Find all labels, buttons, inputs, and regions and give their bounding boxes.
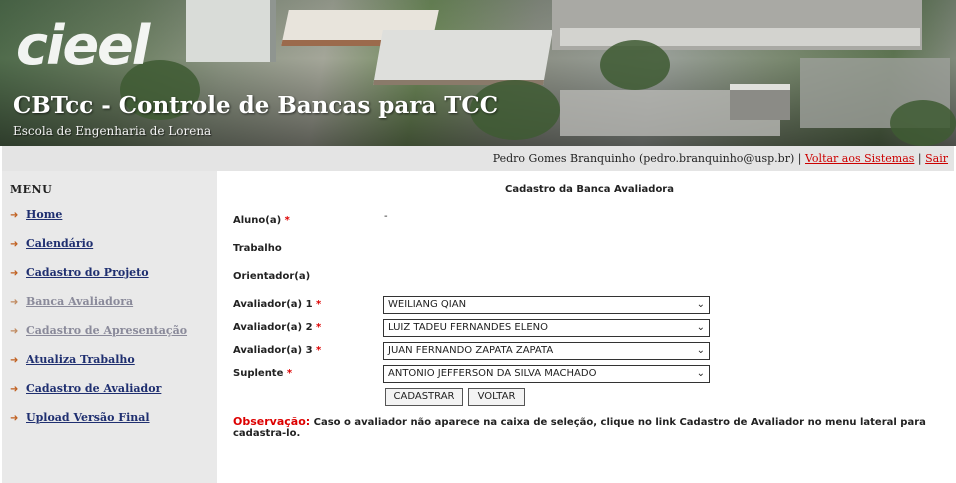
avaliador1-label: Avaliador(a) 1 * <box>233 299 321 310</box>
sidebar-item-label[interactable]: Calendário <box>26 237 93 250</box>
sidebar-item-label[interactable]: Atualiza Trabalho <box>26 353 135 366</box>
voltar-button[interactable]: VOLTAR <box>468 388 525 406</box>
separator: | <box>917 152 922 165</box>
orientador-label: Orientador(a) <box>233 271 311 282</box>
avaliador2-label: Avaliador(a) 2 * <box>233 322 321 333</box>
cieel-logo: cieel <box>16 14 150 77</box>
aluno-label: Aluno(a) * <box>233 215 290 226</box>
suplente-label: Suplente * <box>233 368 292 379</box>
menu-title: MENU <box>10 183 53 196</box>
avaliador3-select[interactable]: JUAN FERNANDO ZAPATA ZAPATA ⌄ <box>383 342 710 360</box>
avaliador2-selected: LUIZ TADEU FERNANDES ELENO <box>388 322 548 333</box>
system-title: CBTcc - Controle de Bancas para TCC <box>13 92 499 119</box>
sidebar-item-cadastro-apresentacao[interactable]: ➜ Cadastro de Apresentação <box>10 324 187 340</box>
main-content: Cadastro da Banca Avaliadora Aluno(a) * … <box>217 171 954 483</box>
sidebar-item-atualiza-trabalho[interactable]: ➜ Atualiza Trabalho <box>10 353 135 369</box>
sidebar-item-calendario[interactable]: ➜ Calendário <box>10 237 93 253</box>
sidebar-item-banca-avaliadora[interactable]: ➜ Banca Avaliadora <box>10 295 133 311</box>
arrow-right-icon: ➜ <box>10 239 19 250</box>
arrow-right-icon: ➜ <box>10 297 19 308</box>
sidebar-item-label[interactable]: Home <box>26 208 62 221</box>
header-banner: cieel CBTcc - Controle de Bancas para TC… <box>0 0 956 146</box>
arrow-right-icon: ➜ <box>10 210 19 221</box>
required-mark: * <box>316 322 322 333</box>
observation-label: Observação: <box>233 415 311 428</box>
sidebar-item-cadastro-projeto[interactable]: ➜ Cadastro do Projeto <box>10 266 149 282</box>
banner-photo-building <box>730 84 790 120</box>
sidebar-item-cadastro-avaliador[interactable]: ➜ Cadastro de Avaliador <box>10 382 161 398</box>
avaliador3-label-text: Avaliador(a) 3 <box>233 345 313 356</box>
sidebar-item-home[interactable]: ➜ Home <box>10 208 62 224</box>
suplente-selected: ANTONIO JEFFERSON DA SILVA MACHADO <box>388 368 597 379</box>
sidebar: MENU ➜ Home ➜ Calendário ➜ Cadastro do Proj… <box>2 171 217 483</box>
banner-photo-tree <box>890 100 956 146</box>
avaliador2-label-text: Avaliador(a) 2 <box>233 322 313 333</box>
system-subtitle: Escola de Engenharia de Lorena <box>13 124 212 138</box>
avaliador3-selected: JUAN FERNANDO ZAPATA ZAPATA <box>388 345 554 356</box>
sidebar-item-label[interactable]: Cadastro do Projeto <box>26 266 149 279</box>
sidebar-item-upload-versao-final[interactable]: ➜ Upload Versão Final <box>10 411 150 427</box>
sidebar-item-label[interactable]: Cadastro de Avaliador <box>26 382 161 395</box>
banner-photo-building <box>560 28 920 46</box>
aluno-label-text: Aluno(a) <box>233 215 282 226</box>
avaliador2-select[interactable]: LUIZ TADEU FERNANDES ELENO ⌄ <box>383 319 710 337</box>
required-mark: * <box>286 368 293 379</box>
user-info: Pedro Gomes Branquinho (pedro.branquinho… <box>492 152 795 165</box>
page-title: Cadastro da Banca Avaliadora <box>504 184 674 195</box>
avaliador1-label-text: Avaliador(a) 1 <box>233 299 313 310</box>
separator: | <box>797 152 802 165</box>
sidebar-item-label[interactable]: Cadastro de Apresentação <box>26 324 187 337</box>
arrow-right-icon: ➜ <box>10 413 19 424</box>
logout-link[interactable]: Sair <box>925 152 948 165</box>
user-bar: Pedro Gomes Branquinho (pedro.branquinho… <box>2 146 954 171</box>
banner-photo-tree <box>600 40 670 90</box>
chevron-down-icon: ⌄ <box>696 345 705 356</box>
chevron-down-icon: ⌄ <box>696 368 705 379</box>
banner-photo-building <box>373 30 553 85</box>
observation-note: Observação: Caso o avaliador não aparece… <box>233 415 948 439</box>
arrow-right-icon: ➜ <box>10 268 19 279</box>
chevron-down-icon: ⌄ <box>696 322 705 333</box>
trabalho-label: Trabalho <box>233 243 282 254</box>
avaliador1-selected: WEILIANG QIAN <box>388 299 467 310</box>
chevron-down-icon: ⌄ <box>696 299 705 310</box>
banner-photo-building <box>186 0 276 62</box>
required-mark: * <box>316 299 322 310</box>
required-mark: * <box>316 345 322 356</box>
sidebar-item-label[interactable]: Upload Versão Final <box>26 411 150 424</box>
arrow-right-icon: ➜ <box>10 384 19 395</box>
avaliador1-select[interactable]: WEILIANG QIAN ⌄ <box>383 296 710 314</box>
suplente-label-text: Suplente <box>233 368 284 379</box>
cadastrar-button[interactable]: CADASTRAR <box>385 388 463 406</box>
arrow-right-icon: ➜ <box>10 355 19 366</box>
arrow-right-icon: ➜ <box>10 326 19 337</box>
suplente-select[interactable]: ANTONIO JEFFERSON DA SILVA MACHADO ⌄ <box>383 365 710 383</box>
sidebar-item-label[interactable]: Banca Avaliadora <box>26 295 133 308</box>
avaliador3-label: Avaliador(a) 3 * <box>233 345 321 356</box>
observation-text: Caso o avaliador não aparece na caixa de… <box>233 417 926 439</box>
back-to-systems-link[interactable]: Voltar aos Sistemas <box>805 152 914 165</box>
aluno-value: - <box>384 211 388 222</box>
required-mark: * <box>284 215 290 226</box>
